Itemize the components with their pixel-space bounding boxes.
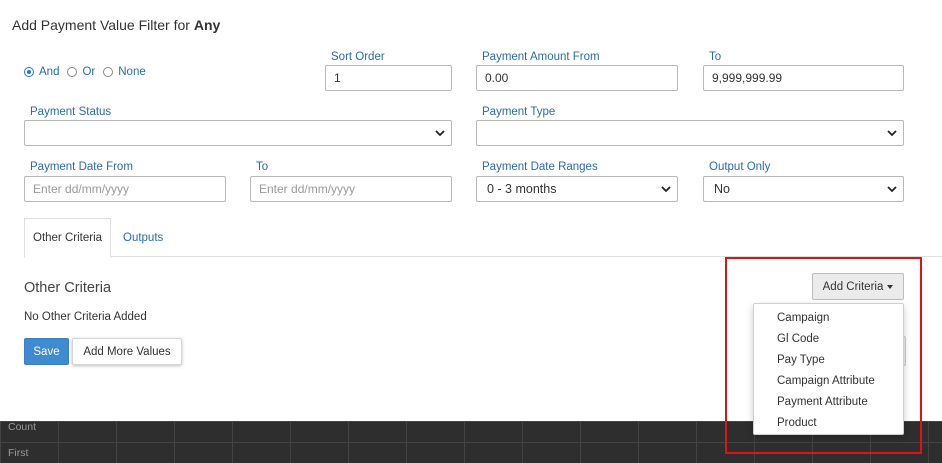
output-only-label: Output Only (709, 161, 771, 173)
payment-status-select[interactable] (24, 120, 452, 146)
amount-to-input[interactable]: 9,999,999.99 (703, 65, 904, 91)
save-button[interactable]: Save (24, 338, 69, 365)
date-to-input[interactable]: Enter dd/mm/yyyy (250, 176, 452, 202)
tab-outputs[interactable]: Outputs (115, 218, 171, 257)
radio-and-indicator[interactable] (24, 67, 34, 77)
add-more-values-button[interactable]: Add More Values (72, 338, 182, 365)
radio-and[interactable]: And (24, 66, 59, 78)
date-from-input[interactable]: Enter dd/mm/yyyy (24, 176, 226, 202)
radio-or[interactable]: Or (67, 66, 95, 78)
date-ranges-label: Payment Date Ranges (482, 161, 598, 173)
amount-to-label: To (709, 51, 722, 63)
criteria-tabs: Other Criteria Outputs (24, 218, 942, 258)
dialog-title-prefix: Add Payment Value Filter for (12, 17, 190, 33)
date-to-label: To (256, 161, 269, 173)
dialog-title-target: Any (193, 17, 221, 33)
tab-other-criteria[interactable]: Other Criteria (24, 218, 112, 258)
grid-row-label-count: Count (8, 421, 37, 433)
sort-order-label: Sort Order (331, 51, 385, 63)
chevron-down-icon (887, 186, 897, 193)
radio-none[interactable]: None (103, 66, 146, 78)
grid-row-label-first: First (8, 447, 29, 459)
output-only-select[interactable]: No (703, 176, 904, 202)
date-ranges-value: 0 - 3 months (487, 182, 557, 196)
highlight-box (725, 257, 922, 454)
payment-type-select[interactable] (476, 120, 904, 146)
amount-from-input[interactable]: 0.00 (476, 65, 678, 91)
section-title: Other Criteria (24, 280, 112, 296)
date-ranges-select[interactable]: 0 - 3 months (476, 176, 678, 202)
chevron-down-icon (435, 130, 445, 137)
radio-or-label: Or (82, 66, 96, 78)
logic-radio-group: And Or None (24, 66, 146, 78)
dialog-title: Add Payment Value Filter for Any (12, 17, 220, 33)
empty-criteria-text: No Other Criteria Added (24, 311, 147, 323)
date-from-label: Payment Date From (30, 161, 133, 173)
radio-none-indicator[interactable] (103, 67, 114, 77)
chevron-down-icon (661, 186, 671, 193)
amount-from-label: Payment Amount From (482, 51, 600, 63)
chevron-down-icon (887, 130, 897, 137)
output-only-value: No (714, 182, 730, 196)
payment-status-label: Payment Status (30, 106, 112, 118)
sort-order-input[interactable]: 1 (325, 65, 452, 91)
radio-and-label: And (39, 66, 60, 78)
radio-or-indicator[interactable] (67, 67, 78, 77)
radio-none-label: None (118, 66, 146, 78)
payment-type-label: Payment Type (482, 106, 556, 118)
